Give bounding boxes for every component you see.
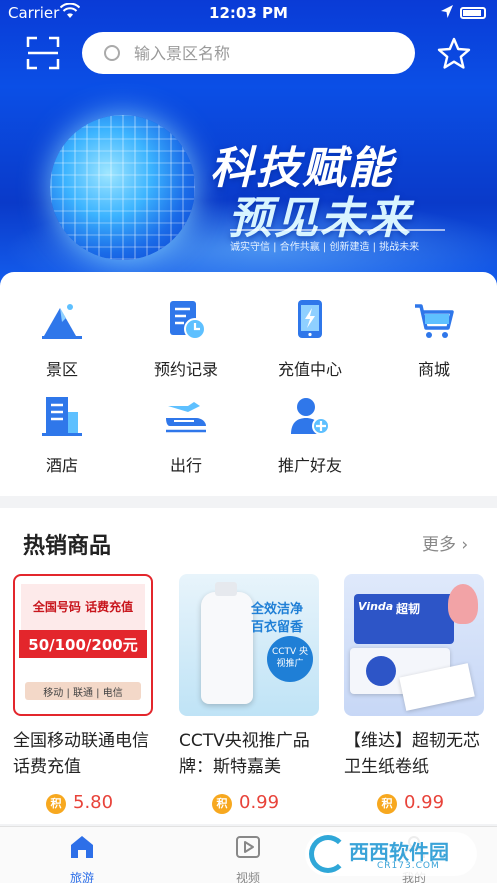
- product-card[interactable]: 全国号码 话费充值 50/100/200元 移动 | 联通 | 电信 全国移动联…: [13, 574, 158, 816]
- points-badge: 积: [377, 794, 397, 814]
- menu-label: 景区: [45, 360, 78, 379]
- home-icon: [71, 836, 93, 858]
- product-price: 0.99: [404, 792, 445, 813]
- menu-item-invite-friend[interactable]: 推广好友: [248, 394, 372, 476]
- tab-label: 旅游: [69, 871, 94, 883]
- hot-products-section: 热销商品 更多 › 全国号码 话费充值 50/100/200元 移动 | 联通 …: [0, 508, 497, 824]
- booking-record-icon: [170, 301, 206, 340]
- product-image: 全效洁净 百衣留香 CCTV 央视推广: [179, 574, 319, 716]
- menu-item-hotel[interactable]: 酒店: [0, 394, 124, 476]
- product-price: 5.80: [73, 792, 114, 813]
- search-bar[interactable]: [82, 32, 415, 74]
- product-image-text: 全效洁净: [250, 602, 303, 617]
- product-name: 全国移动联通电信话费充值: [13, 731, 149, 777]
- product-card[interactable]: Vinda 超韧 【维达】超韧无芯卫生纸卷纸 积 0.99: [344, 574, 489, 816]
- menu-label: 酒店: [45, 456, 78, 475]
- menu-label: 充值中心: [277, 360, 342, 379]
- status-bar: Carrier 12:03 PM: [0, 0, 497, 26]
- product-price-row: 积 0.99: [179, 792, 324, 816]
- tab-label: 视频: [235, 871, 260, 883]
- hotel-icon: [42, 397, 82, 436]
- tab-video[interactable]: 视频: [208, 833, 288, 883]
- product-image-text: 超韧: [396, 602, 421, 616]
- train-icon: [166, 402, 206, 433]
- product-name: CCTV央视推广品牌：斯特嘉美: [179, 731, 310, 777]
- feature-menu: 景区 预约记录 充值中心 商城 酒店 出行 推广好友: [0, 272, 497, 496]
- section-title: 热销商品: [23, 534, 112, 559]
- video-icon: [236, 836, 260, 858]
- banner-divider: [230, 229, 445, 231]
- menu-label: 商城: [417, 360, 450, 379]
- search-icon: [104, 45, 120, 61]
- clock: 12:03 PM: [209, 4, 288, 22]
- watermark-subtext: CR173.COM: [377, 861, 440, 871]
- product-name: 【维达】超韧无芯卫生纸卷纸: [344, 731, 480, 777]
- product-image-text: Vinda: [358, 600, 394, 613]
- product-image: Vinda 超韧: [344, 574, 484, 716]
- recharge-icon: [298, 300, 322, 338]
- menu-label: 出行: [169, 456, 202, 475]
- watermark: 西西软件园 CR173.COM: [305, 832, 477, 876]
- star-icon[interactable]: [436, 36, 472, 72]
- product-price: 0.99: [239, 792, 280, 813]
- menu-item-scenic[interactable]: 景区: [0, 298, 124, 380]
- more-link[interactable]: 更多 ›: [422, 530, 468, 555]
- watermark-logo-icon: [309, 835, 347, 873]
- product-image-text: 百衣留香: [250, 620, 303, 635]
- product-image-text: 移动 | 联通 | 电信: [43, 688, 123, 699]
- banner-headline-2: 预见未来: [228, 193, 412, 244]
- more-label: 更多: [422, 535, 456, 555]
- product-price-row: 积 0.99: [344, 792, 489, 816]
- product-image-text: 全国号码 话费充值: [32, 600, 134, 614]
- product-image: 全国号码 话费充值 50/100/200元 移动 | 联通 | 电信: [13, 574, 153, 716]
- product-image-text: CCTV 央视推广: [271, 647, 309, 669]
- battery-icon: [460, 7, 486, 19]
- scan-icon[interactable]: [26, 36, 60, 70]
- menu-item-mall[interactable]: 商城: [372, 298, 496, 380]
- product-card[interactable]: 全效洁净 百衣留香 CCTV 央视推广 CCTV央视推广品牌：斯特嘉美 积 0.…: [179, 574, 324, 816]
- chevron-right-icon: ›: [461, 535, 469, 555]
- banner-tagline: 诚实守信 | 合作共赢 | 创新建造 | 挑战未来: [230, 242, 420, 253]
- product-price-row: 积 5.80: [13, 792, 158, 816]
- menu-label: 推广好友: [277, 456, 342, 475]
- menu-item-booking-record[interactable]: 预约记录: [124, 298, 248, 380]
- menu-item-recharge[interactable]: 充值中心: [248, 298, 372, 380]
- mountain-icon: [42, 304, 82, 339]
- points-badge: 积: [46, 794, 66, 814]
- product-image-text: 50/100/200元: [28, 636, 138, 654]
- search-input[interactable]: [134, 40, 394, 66]
- location-arrow-icon: [441, 5, 453, 18]
- add-friend-icon: [291, 398, 330, 435]
- menu-item-travel[interactable]: 出行: [124, 394, 248, 476]
- tab-travel[interactable]: 旅游: [42, 833, 122, 883]
- points-badge: 积: [212, 794, 232, 814]
- menu-label: 预约记录: [153, 360, 218, 379]
- globe-image: [50, 115, 195, 260]
- cart-icon: [415, 304, 454, 338]
